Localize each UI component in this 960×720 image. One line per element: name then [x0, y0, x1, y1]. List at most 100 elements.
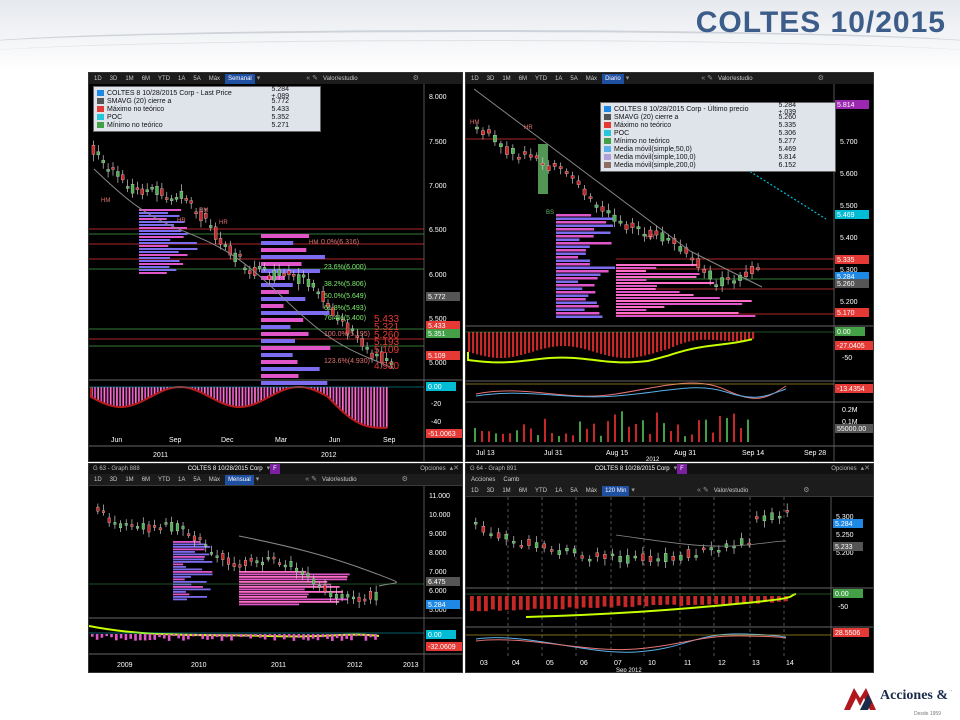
candle-body	[708, 270, 713, 280]
legend-row: Media móvil(simple,50,0) 5.469	[604, 145, 832, 153]
close-icon[interactable]: ✕	[453, 464, 462, 474]
settings-icon[interactable]: ⚙	[818, 74, 824, 84]
oscillator-bar	[686, 596, 691, 606]
monthly-chart-canvas[interactable]: 11.00010.0009.0008.0007.0006.0005.0006.4…	[89, 486, 462, 672]
chevron-down-icon[interactable]: ▾	[631, 486, 635, 496]
range-button-6m[interactable]: 6M	[516, 74, 530, 84]
options-menu[interactable]: Opciones	[416, 466, 449, 472]
range-button-1m[interactable]: 1M	[122, 74, 136, 84]
candle-body	[702, 269, 707, 273]
candle-body	[702, 547, 706, 551]
range-button-max[interactable]: Máx	[583, 74, 600, 84]
oscillator-bar	[620, 332, 623, 358]
range-button-5a[interactable]: 5A	[190, 475, 203, 485]
range-button-5a[interactable]: 5A	[190, 74, 203, 84]
period-select[interactable]: Diario	[602, 73, 624, 84]
range-button-6m[interactable]: 6M	[139, 475, 153, 485]
edit-icon[interactable]: ✎	[312, 74, 318, 84]
chevron-down-icon[interactable]: ▾	[256, 475, 260, 485]
settings-icon[interactable]: ⚙	[803, 486, 809, 496]
range-button-3d[interactable]: 3D	[107, 74, 121, 84]
oscillator-bar	[656, 332, 659, 353]
range-button-1d[interactable]: 1D	[468, 74, 482, 84]
options-menu[interactable]: Opciones	[827, 466, 860, 472]
y-tick-label: 9.000	[429, 531, 447, 538]
edit-icon[interactable]: ✎	[311, 475, 317, 485]
volume-bar	[663, 423, 665, 442]
range-button-1a[interactable]: 1A	[552, 486, 565, 496]
range-button-6m[interactable]: 6M	[139, 74, 153, 84]
edit-icon[interactable]: ✎	[707, 74, 713, 84]
volume-profile-bar	[139, 242, 197, 244]
range-button-1m[interactable]: 1M	[499, 486, 513, 496]
range-button-ytd[interactable]: YTD	[532, 74, 550, 84]
range-button-1a[interactable]: 1A	[175, 475, 188, 485]
oscillator-bar	[263, 387, 266, 400]
collapse-icon[interactable]: «	[701, 74, 705, 84]
range-button-max[interactable]: Máx	[206, 74, 223, 84]
x-tick-label: 12	[718, 660, 726, 667]
range-button-1d[interactable]: 1D	[91, 475, 105, 485]
range-button-3d[interactable]: 3D	[484, 486, 498, 496]
candle-body	[580, 555, 584, 559]
range-button-1a[interactable]: 1A	[175, 74, 188, 84]
candle-body	[504, 534, 508, 540]
range-button-3d[interactable]: 3D	[107, 475, 121, 485]
oscillator-bar	[222, 387, 225, 404]
period-select[interactable]: 120 Min	[602, 485, 630, 496]
range-button-max[interactable]: Máx	[583, 486, 600, 496]
range-button-1d[interactable]: 1D	[91, 74, 105, 84]
chevron-down-icon[interactable]: ▾	[626, 74, 630, 84]
legend-swatch	[604, 162, 611, 168]
volume-profile-bar	[173, 541, 201, 543]
close-icon[interactable]: ✕	[864, 464, 873, 474]
study-value-button[interactable]: Valor/estudio	[711, 486, 752, 496]
intraday-chart-canvas[interactable]: 5.3005.2505.2005.2845.2330-500.0028.5506…	[466, 497, 873, 672]
range-button-5a[interactable]: 5A	[567, 74, 580, 84]
candle-body	[317, 585, 321, 588]
collapse-icon[interactable]: «	[697, 486, 701, 496]
range-button-1m[interactable]: 1M	[122, 475, 136, 485]
candle-body	[130, 184, 135, 194]
collapse-icon[interactable]: «	[305, 475, 309, 485]
oscillator-bar	[187, 634, 190, 640]
study-value-button[interactable]: Valor/estudio	[320, 74, 361, 84]
study-value-button[interactable]: Valor/estudio	[319, 475, 360, 485]
chevron-down-icon[interactable]: ▾	[257, 74, 261, 84]
tab-camb[interactable]: Camb	[500, 475, 522, 485]
study-value-button[interactable]: Valor/estudio	[715, 74, 756, 84]
candle-body	[218, 238, 223, 245]
range-button-max[interactable]: Máx	[206, 475, 223, 485]
function-badge[interactable]: F	[677, 464, 687, 474]
candle-body	[527, 539, 531, 546]
volume-bar	[593, 423, 595, 442]
function-badge[interactable]: F	[270, 464, 280, 474]
settings-icon[interactable]: ⚙	[402, 475, 408, 485]
range-button-1a[interactable]: 1A	[552, 74, 565, 84]
range-button-ytd[interactable]: YTD	[155, 74, 173, 84]
settings-icon[interactable]: ⚙	[413, 74, 419, 84]
candle-body	[626, 555, 630, 564]
volume-profile-bar	[556, 228, 594, 231]
oscillator-bar	[335, 634, 339, 639]
oscillator-bar	[632, 332, 635, 358]
period-select[interactable]: Semanal	[225, 73, 255, 84]
volume-profile-bar	[139, 254, 188, 256]
range-button-1m[interactable]: 1M	[499, 74, 513, 84]
range-button-ytd[interactable]: YTD	[532, 486, 550, 496]
range-button-3d[interactable]: 3D	[484, 74, 498, 84]
volume-bar	[642, 420, 644, 442]
collapse-icon[interactable]: «	[306, 74, 310, 84]
volume-bar	[572, 435, 574, 442]
weekly-chart-canvas[interactable]: 0.0%(6.316) 23.6%(6.000) 38.2%(5.806) 50.0%…	[89, 84, 462, 461]
volume-profile-bar	[556, 280, 579, 283]
candle-body	[121, 174, 125, 181]
range-button-1d[interactable]: 1D	[468, 486, 482, 496]
oscillator-bar	[235, 387, 238, 407]
range-button-ytd[interactable]: YTD	[155, 475, 173, 485]
edit-icon[interactable]: ✎	[703, 486, 709, 496]
range-button-6m[interactable]: 6M	[516, 486, 530, 496]
tab-acciones[interactable]: Acciones	[468, 475, 498, 485]
range-button-5a[interactable]: 5A	[567, 486, 580, 496]
period-select[interactable]: Mensual	[225, 474, 254, 485]
